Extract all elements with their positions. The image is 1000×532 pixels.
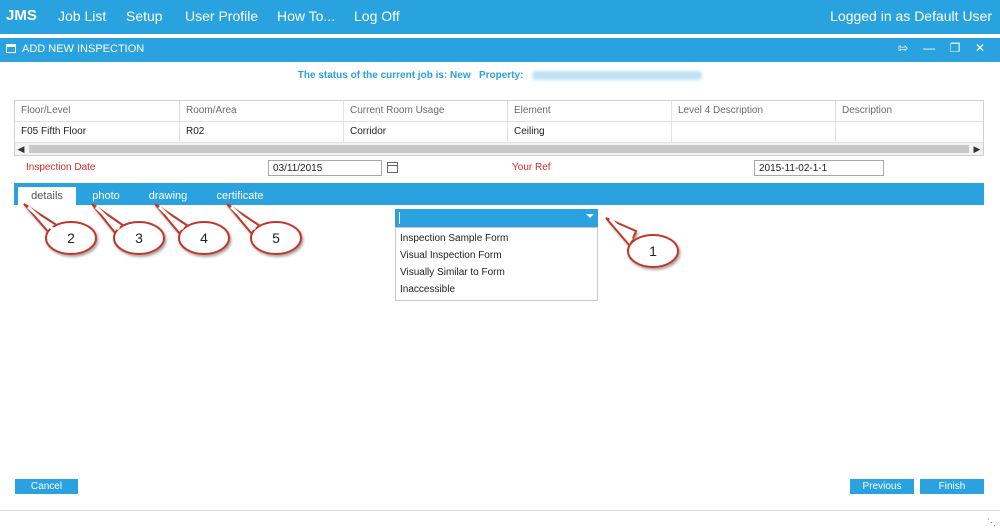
finish-button[interactable]: Finish	[920, 479, 984, 494]
callout-overlay: 1 2 3 4 5	[23, 203, 679, 268]
callout-2-number: 2	[67, 230, 75, 246]
callout-1: 1	[605, 217, 679, 268]
callout-4-number: 4	[200, 230, 208, 246]
callout-3-number: 3	[135, 230, 143, 246]
callout-1-number: 1	[649, 243, 657, 259]
callout-4: 4	[154, 203, 230, 255]
callout-3: 3	[91, 203, 165, 255]
callout-2: 2	[23, 203, 97, 255]
resize-grip-icon[interactable]: ⋱	[987, 517, 996, 528]
cancel-button[interactable]: Cancel	[15, 479, 78, 494]
footer-divider	[0, 510, 1000, 511]
previous-button[interactable]: Previous	[850, 479, 914, 494]
callout-5: 5	[226, 203, 302, 255]
callout-5-number: 5	[272, 230, 280, 246]
